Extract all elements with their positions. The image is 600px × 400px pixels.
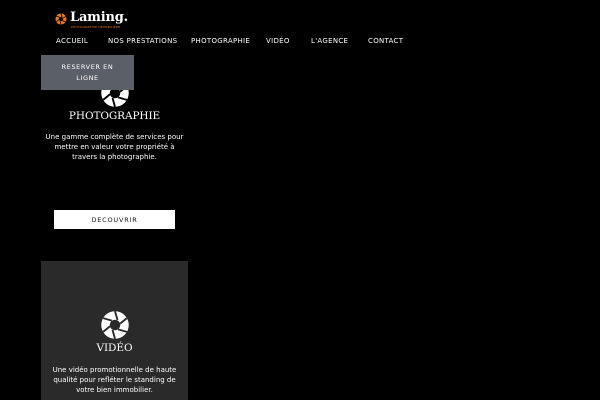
logo[interactable]: Laming. PHOTOGRAPHIE IMMOBILIÈRE — [55, 11, 128, 29]
nav-agence[interactable]: L'AGENCE — [311, 36, 348, 46]
aperture-logo-icon — [55, 13, 67, 25]
nav-video[interactable]: VIDÉO — [266, 36, 290, 46]
service-title: PHOTOGRAPHIE — [68, 110, 161, 122]
nav-accueil[interactable]: ACCUEIL — [56, 36, 88, 46]
logo-name: Laming. — [70, 10, 128, 25]
nav-photographie[interactable]: PHOTOGRAPHIE — [191, 36, 250, 46]
nav-nos-prestations[interactable]: NOS PRESTATIONS — [108, 36, 177, 46]
service-card-photographie: PHOTOGRAPHIE Une gamme complète de servi… — [41, 78, 188, 248]
aperture-icon — [100, 310, 129, 340]
nav-contact[interactable]: CONTACT — [368, 36, 403, 46]
service-title: VIDÉO — [96, 342, 133, 354]
service-description: Une gamme complète de services pour mett… — [45, 133, 184, 161]
reserver-en-ligne-button[interactable]: RESERVER EN LIGNE — [41, 55, 134, 90]
service-card-video: VIDÉO Une vidéo promotionnelle de haute … — [41, 261, 188, 400]
decouvrir-button[interactable]: DECOUVRIR — [54, 210, 175, 229]
service-description: Une vidéo promotionnelle de haute qualit… — [52, 366, 177, 394]
logo-tagline: PHOTOGRAPHIE IMMOBILIÈRE — [71, 25, 121, 29]
